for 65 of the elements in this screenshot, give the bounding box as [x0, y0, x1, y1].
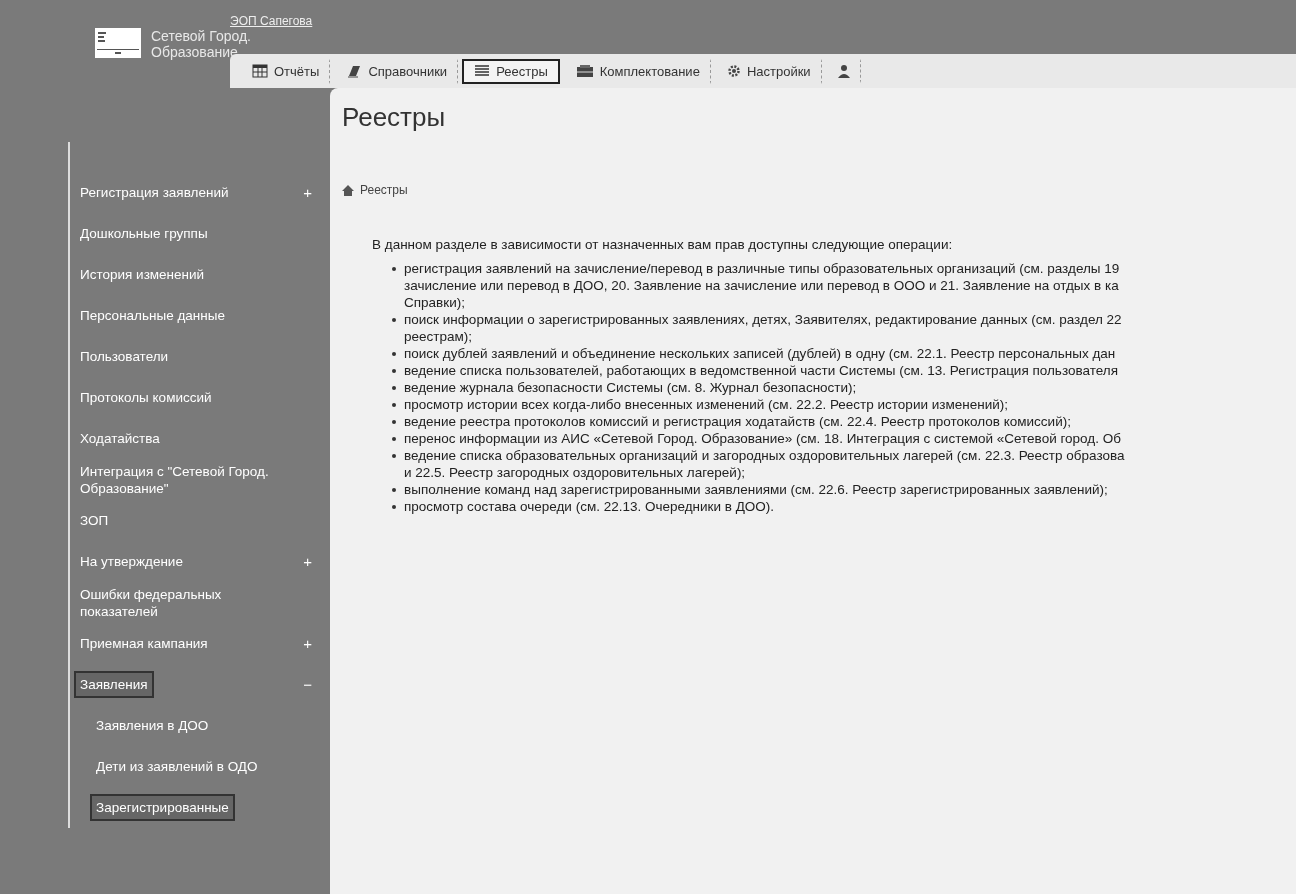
- app-name: Образование: [151, 44, 239, 60]
- list-item-text: Справки);: [404, 294, 466, 311]
- list-item-text: ведение списка образовательных организаций и загородных оздоровительных лагерей (см. 22.3. Реестр образова: [404, 447, 1125, 464]
- bullet-icon: [392, 318, 396, 322]
- sidebar-item[interactable]: Дети из заявлений в ОДО: [90, 753, 264, 780]
- bullet-icon: [392, 505, 396, 509]
- bullet-icon: [392, 267, 396, 271]
- list-item-text: поиск дублей заявлений и объединение нескольких записей (дублей) в одну (см. 22.1. Реестр персональных дан: [404, 345, 1116, 362]
- list-icon: [474, 64, 491, 78]
- sidebar-item[interactable]: Приемная кампания: [74, 630, 214, 657]
- logo-icon: [95, 28, 141, 58]
- cabinet-icon: [575, 64, 594, 78]
- list-item-text: просмотр состава очереди (см. 22.13. Очередники в ДОО).: [404, 498, 775, 515]
- app-name: Сетевой Город.: [151, 28, 251, 44]
- list-item-text: выполнение команд над зарегистрированными заявлениями (см. 22.6. Реестр зарегистрированных заявлений);: [404, 481, 1108, 498]
- book-icon: [346, 64, 363, 78]
- bullet-icon: [392, 369, 396, 373]
- person-icon: [837, 64, 850, 78]
- nav-tab[interactable]: Справочники: [334, 58, 459, 84]
- nav-tab[interactable]: Реестры: [462, 58, 560, 84]
- bullet-icon: [392, 352, 396, 356]
- breadcrumb-link[interactable]: Реестры: [360, 183, 408, 197]
- list-item-text: ведение журнала безопасности Системы (см. 8. Журнал безопасности);: [404, 379, 857, 396]
- sidebar-item[interactable]: Регистрация заявлений: [74, 179, 235, 206]
- nav-tab[interactable]: Комплектование: [563, 58, 711, 84]
- bullet-icon: [392, 454, 396, 458]
- sidebar-item[interactable]: На утверждение: [74, 548, 189, 575]
- bullet-icon: [392, 420, 396, 424]
- sidebar-item[interactable]: Протоколы комиссий: [74, 384, 218, 411]
- intro-text: В данном разделе в зависимости от назначенных вам прав доступны следующие операции:: [372, 237, 954, 252]
- expander-icon[interactable]: +: [303, 553, 312, 570]
- user-link[interactable]: ЭОП Сапегова: [230, 14, 313, 28]
- list-item-text: ведение списка пользователей, работающих в ведомственной части Системы (см. 13. Регистрация пользователя: [404, 362, 1118, 379]
- nav-tab[interactable]: Настройки: [714, 58, 822, 84]
- sidebar-item[interactable]: Заявления: [74, 671, 154, 698]
- sidebar-item[interactable]: Дошкольные группы: [74, 220, 214, 247]
- sidebar-item[interactable]: Зарегистрированные: [90, 794, 235, 821]
- bullet-icon: [392, 488, 396, 492]
- list-item-text: регистрация заявлений на зачисление/перевод в различные типы образовательных организаций (см. разделы 19: [404, 260, 1120, 277]
- list-item-text: перенос информации из АИС «Сетевой Город. Образование» (см. 18. Интеграция с системой «Сетевой город. Об: [404, 430, 1121, 447]
- list-item-text: реестрам);: [404, 328, 473, 345]
- calendar-icon: [252, 64, 268, 78]
- list-item-text: ведение реестра протоколов комиссий и регистрация ходатайств (см. 22.4. Реестр протоколов комиссий);: [404, 413, 1071, 430]
- page-title: Реестры: [342, 102, 447, 133]
- sidebar-item[interactable]: ЗОП: [74, 507, 115, 534]
- sidebar-item[interactable]: Персональные данные: [74, 302, 231, 329]
- list-item-text: просмотр истории всех когда-либо внесенных изменений (см. 22.2. Реестр истории изменений);: [404, 396, 1008, 413]
- bullet-icon: [392, 386, 396, 390]
- nav-tab[interactable]: Отчёты: [240, 58, 331, 84]
- home-icon: [342, 184, 354, 196]
- bullet-icon: [392, 403, 396, 407]
- sidebar-item[interactable]: Пользователи: [74, 343, 175, 370]
- sidebar-item[interactable]: История изменений: [74, 261, 211, 288]
- sidebar-item[interactable]: Интеграция с "Сетевой Город. Образование": [74, 457, 296, 502]
- list-item-text: и 22.5. Реестр загородных оздоровительных лагерей);: [404, 464, 747, 481]
- expander-icon[interactable]: +: [303, 184, 312, 201]
- bullet-icon: [392, 437, 396, 441]
- list-item-text: зачисление или перевод в ДОО, 20. Заявление на зачисление или перевод в ООО и 21. Заявление на отдых в ка: [404, 277, 1120, 294]
- settings-icon: [726, 64, 741, 78]
- list-item-text: поиск информации о зарегистрированных заявлениях, детях, Заявителях, редактирование данных (см. раздел 22: [404, 311, 1122, 328]
- expander-icon[interactable]: +: [303, 635, 312, 652]
- sidebar-item[interactable]: Ошибки федеральных показателей: [74, 580, 296, 625]
- expander-icon[interactable]: −: [303, 676, 312, 693]
- sidebar-item[interactable]: Заявления в ДОО: [90, 712, 215, 739]
- sidebar-item[interactable]: Ходатайства: [74, 425, 166, 452]
